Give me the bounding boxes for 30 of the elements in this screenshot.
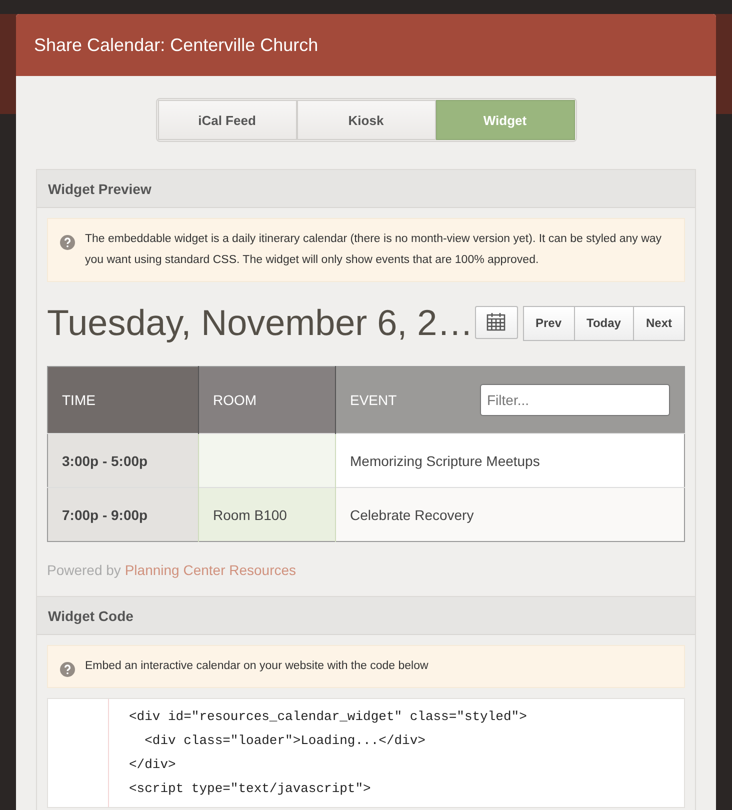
dialog-title: Share Calendar: Centerville Church xyxy=(34,34,318,56)
help-icon xyxy=(60,662,75,677)
filter-field[interactable]: Filter... xyxy=(480,384,670,416)
tab[interactable]: Kiosk xyxy=(296,100,436,140)
event-cell: Memorizing Scripture Meetups xyxy=(336,434,684,488)
calendar-icon xyxy=(486,312,506,332)
tab[interactable]: iCal Feed xyxy=(158,100,296,140)
panel-heading: Widget Code xyxy=(48,608,134,624)
code-box[interactable]: <div id="resources_calendar_widget" class="styled"> <div class="loader">Loading...</div> </div> <script type="text/javascript"> xyxy=(47,698,685,808)
notice-text: The embeddable widget is a daily itinerary calendar (there is no month-view version yet). It can be styled any way you want using standard CSS. The widget will only show events that are 100% approved. xyxy=(85,232,663,268)
code-line: <div id="resources_calendar_widget" class="styled"> xyxy=(129,708,527,726)
code-line: <script type="text/javascript"> xyxy=(129,780,372,798)
code-line: <div class="loader">Loading...</div> xyxy=(144,732,426,750)
code-line: </div> xyxy=(129,756,177,774)
nav-button[interactable]: Today xyxy=(574,306,634,340)
column-header: ROOM xyxy=(198,366,336,434)
notice-text: Embed an interactive calendar on your website with the code below xyxy=(85,659,428,674)
powered-by-text: Powered by xyxy=(47,562,121,578)
event-cell: Celebrate Recovery xyxy=(336,488,684,542)
time-cell: 3:00p - 5:00p xyxy=(48,434,198,488)
column-header: EVENT xyxy=(350,392,397,408)
room-cell: Room B100 xyxy=(198,488,336,542)
date-heading: Tuesday, November 6, 2… xyxy=(47,302,474,344)
panel-heading: Widget Preview xyxy=(48,180,152,196)
nav-button[interactable]: Next xyxy=(632,306,685,340)
time-cell: 7:00p - 9:00p xyxy=(48,488,198,542)
help-icon xyxy=(60,235,75,250)
calendar-button[interactable] xyxy=(474,306,518,338)
column-header: TIME xyxy=(48,366,198,434)
nav-button[interactable]: Prev xyxy=(522,306,575,340)
